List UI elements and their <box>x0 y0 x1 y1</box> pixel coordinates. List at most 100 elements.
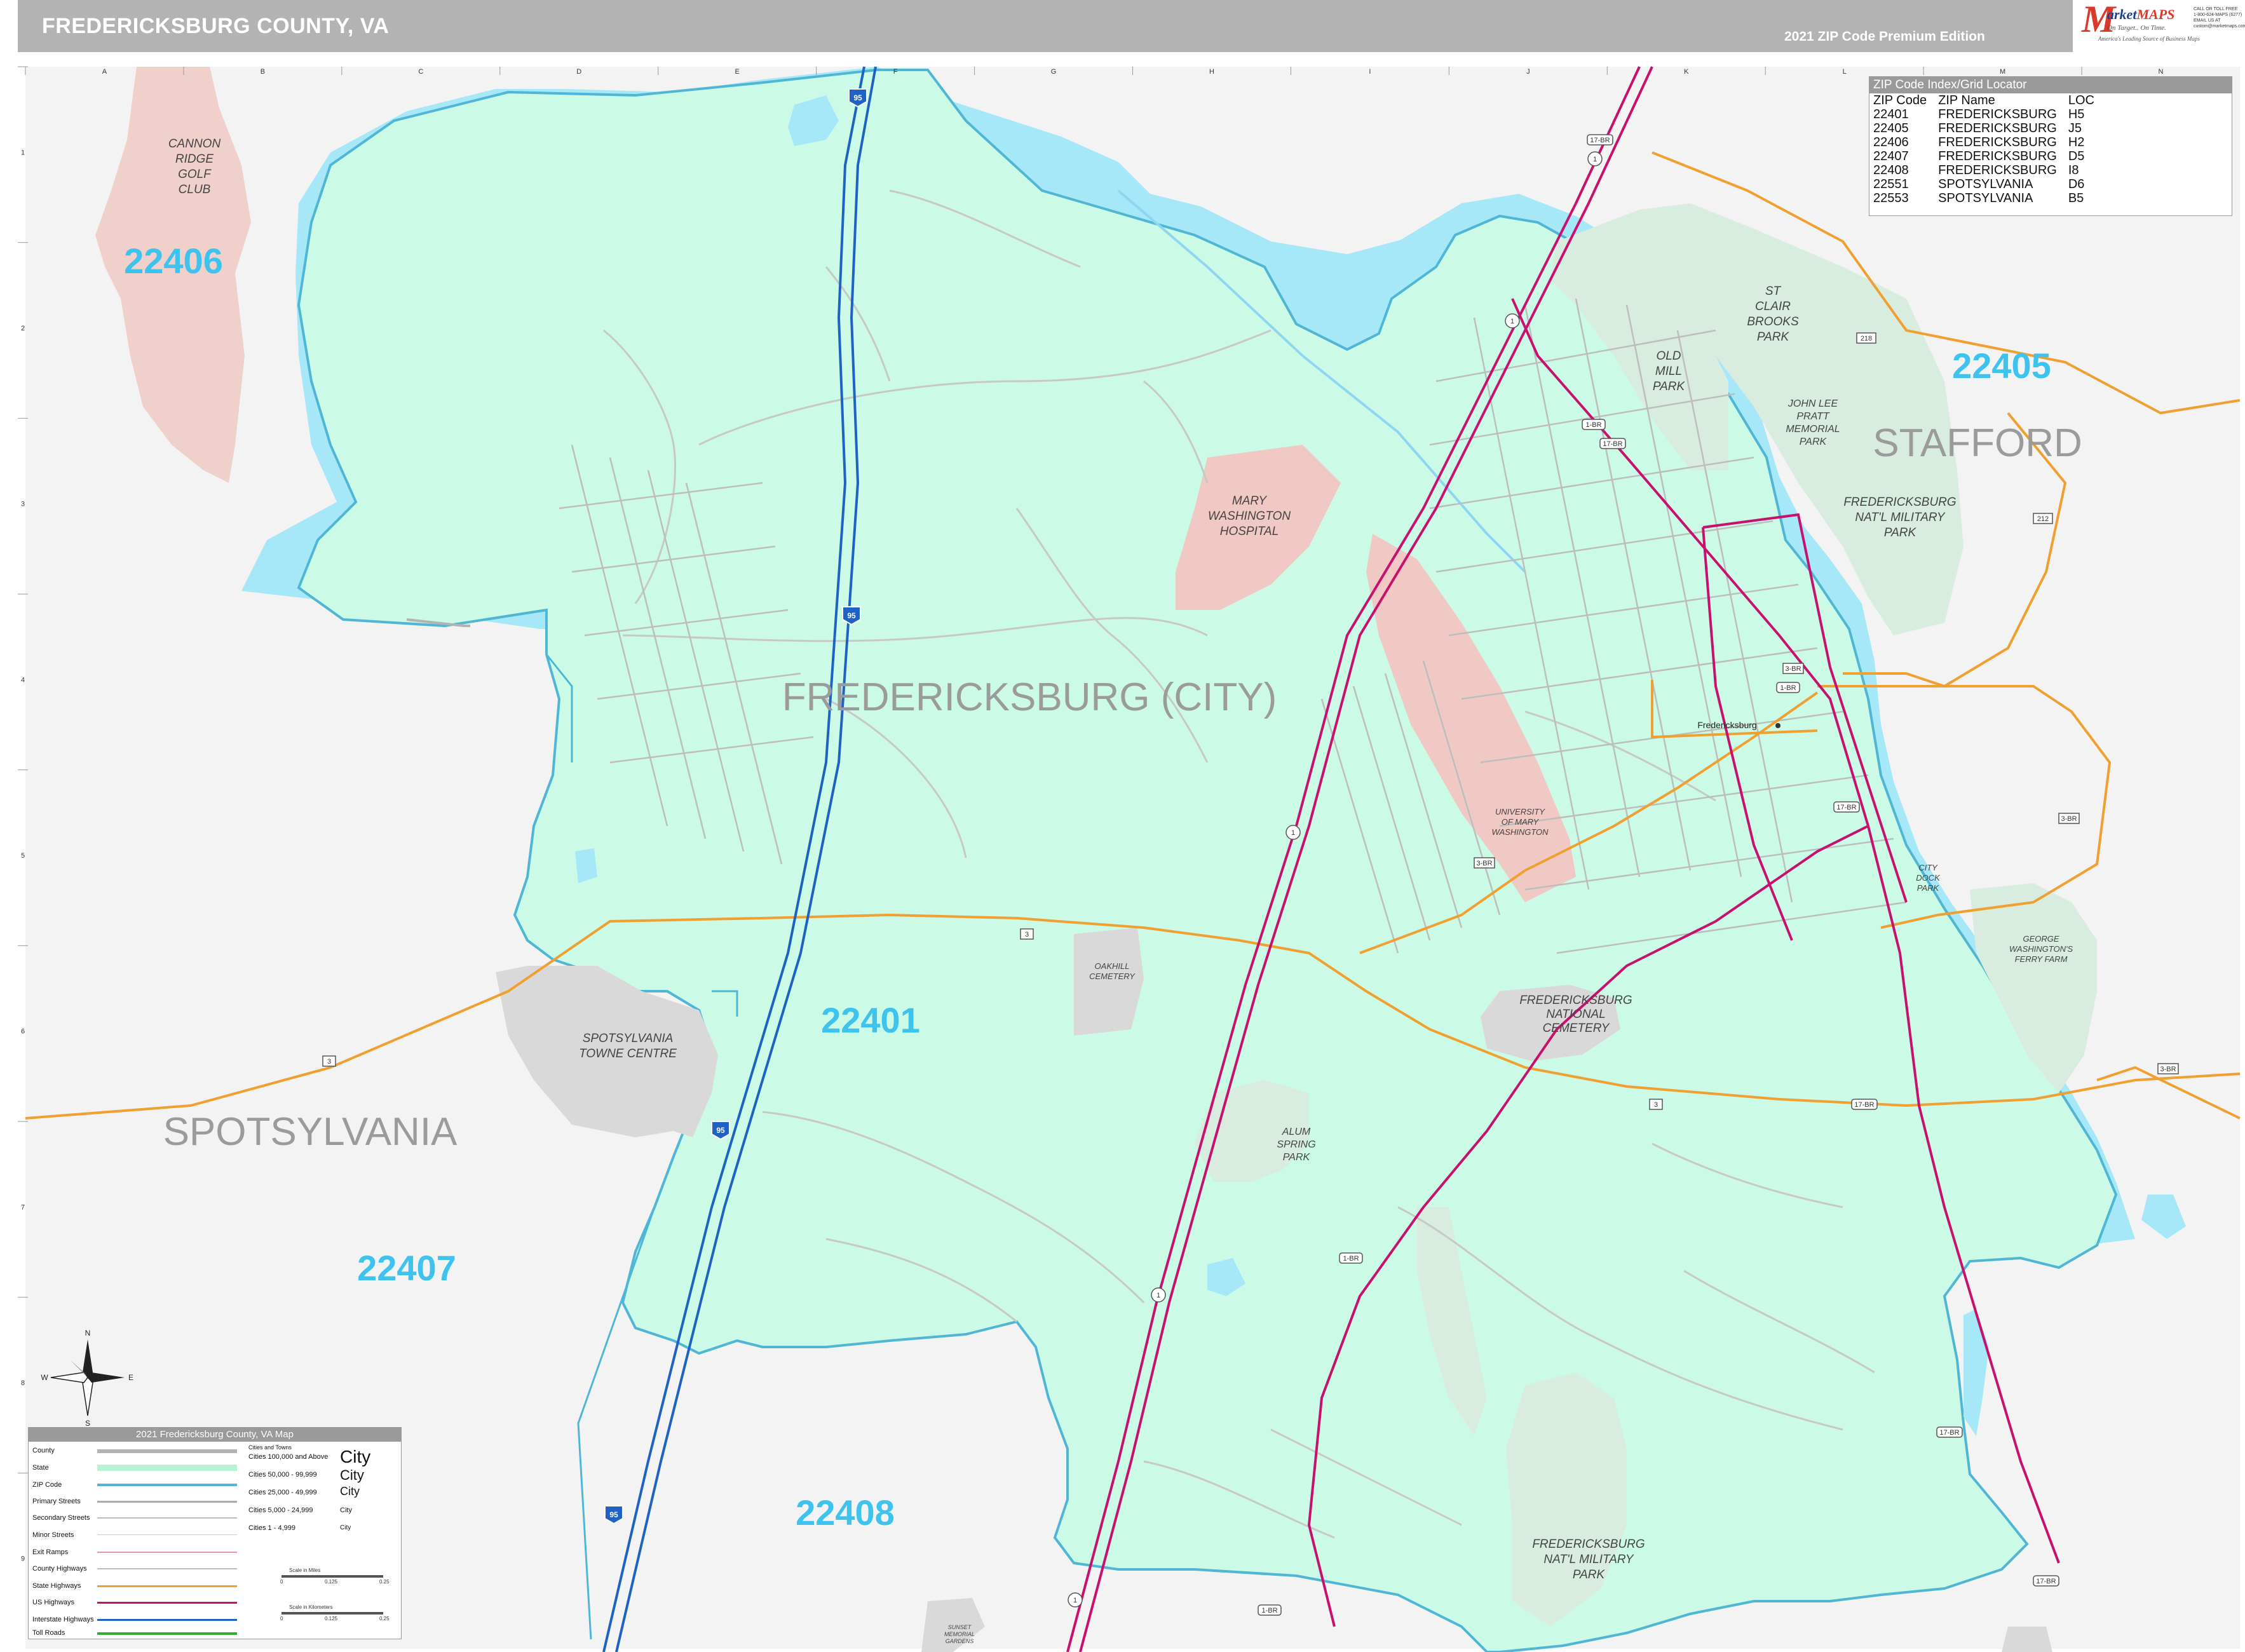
legend-city-sample-1: City <box>340 1447 371 1466</box>
cannon-ridge-line: CLUB <box>179 183 211 196</box>
city-dock-line: CITY <box>1918 863 1938 872</box>
city-dock-line: DOCK <box>1916 873 1941 883</box>
us17bus-shield-5: 17-BR <box>1936 1426 1963 1438</box>
grid-row-label: 8 <box>21 1379 25 1387</box>
table-row: 22405 FREDERICKSBURG J5 <box>1873 121 2106 135</box>
legend-city-sample-4: City <box>340 1506 352 1514</box>
downtown-label: Fredericksburg <box>1697 720 1756 730</box>
city-label: FREDERICKSBURG (CITY) <box>782 675 1277 719</box>
zip-index-title: ZIP Code Index/Grid Locator <box>1869 77 2232 93</box>
zip-loc-cell: D6 <box>2068 177 2085 191</box>
logo-tagline: On Target.. On Time. <box>2107 24 2166 32</box>
table-row: 22406 FREDERICKSBURG H2 <box>1873 135 2106 149</box>
john-lee-pratt-line: JOHN LEE <box>1787 398 1838 409</box>
legend-swatch-toll <box>97 1632 237 1635</box>
va3bus-shield-label: 3-BR <box>2061 815 2077 823</box>
legend-item-toll: Toll Roads <box>32 1629 65 1637</box>
us17bus-shield-label: 17-BR <box>1590 137 1610 144</box>
table-row: 22407 FREDERICKSBURG D5 <box>1873 149 2106 163</box>
grid-column-label: K <box>1684 68 1689 76</box>
zip-name-cell: FREDERICKSBURG <box>1938 121 2057 135</box>
towne-centre-line: SPOTSYLVANIA <box>583 1032 674 1045</box>
old-mill-line: OLD <box>1656 349 1681 363</box>
grid-column-label: F <box>893 68 898 76</box>
us1-shield-label: 1 <box>1593 156 1597 163</box>
zip-name-cell: SPOTSYLVANIA <box>1938 177 2033 191</box>
zip-code-cell: 22401 <box>1873 107 1909 121</box>
i95-shield-label: 95 <box>853 93 862 102</box>
va3-shield-label: 3 <box>327 1058 331 1066</box>
us1-shield-label: 1 <box>1291 829 1295 837</box>
zip-index-header: ZIP Code <box>1873 93 1927 107</box>
market-maps-logo: M arketMAPS On Target.. On Time. America… <box>2073 0 2245 52</box>
cannon-ridge-line: CANNON <box>168 137 221 151</box>
us1-shield-3: 1 <box>1285 825 1301 840</box>
i95-shield-label: 95 <box>847 611 856 620</box>
grid-column-label: A <box>102 68 107 76</box>
scale-km-bar <box>281 1612 383 1615</box>
sunset-gardens-line: MEMORIAL <box>944 1631 975 1637</box>
st-clair-line: BROOKS <box>1747 315 1799 328</box>
us1bus-shield-label: 1-BR <box>1343 1255 1359 1263</box>
map-canvas[interactable]: 95 95 95 95 1 1 1 1 1 17-BR 1-BR 17-BR 1… <box>0 0 2245 1652</box>
grid-column-label: C <box>418 68 423 76</box>
us1-shield-5: 1 <box>1068 1592 1083 1608</box>
alum-spring-line: SPRING <box>1277 1139 1315 1150</box>
oakhill-label: OAKHILL CEMETERY <box>1089 961 1136 981</box>
oakhill-line: OAKHILL <box>1095 961 1130 971</box>
john-lee-pratt-line: PARK <box>1800 437 1828 447</box>
us17bus-shield-label: 17-BR <box>2036 1578 2056 1585</box>
john-lee-pratt-line: MEMORIAL <box>1786 424 1840 435</box>
legend-city-sample-2: City <box>340 1467 364 1483</box>
sunset-gardens-line: GARDENS <box>946 1638 974 1644</box>
south-commercial-area <box>2002 1627 2052 1652</box>
zip-loc-cell: J5 <box>2068 121 2082 135</box>
logo-arket: arket <box>2107 6 2137 22</box>
us1bus-shield-label: 1-BR <box>1780 684 1796 692</box>
table-row: 22553 SPOTSYLVANIA B5 <box>1873 191 2106 205</box>
ferry-farm-line: GEORGE <box>2023 934 2059 944</box>
grid-row-label: 6 <box>21 1028 25 1036</box>
national-cemetery-line: CEMETERY <box>1543 1022 1610 1035</box>
zip-loc-cell: D5 <box>2068 149 2085 163</box>
ferry-farm-line: FERRY FARM <box>2015 954 2068 964</box>
sunset-gardens-line: SUNSET <box>948 1624 972 1630</box>
legend-swatch-us-hwy <box>97 1602 237 1604</box>
compass-w: W <box>41 1373 48 1382</box>
grid-column-label: N <box>2159 68 2164 76</box>
zip-index-header: ZIP Name <box>1938 93 1995 107</box>
zip-label-22401: 22401 <box>821 1000 920 1040</box>
legend-swatch-state-hwy <box>97 1585 237 1587</box>
grid-row-label: 7 <box>21 1203 25 1211</box>
va218-shield-label: 218 <box>1861 335 1872 342</box>
legend-swatch-ramps <box>97 1552 237 1553</box>
us1bus-shield-2: 1-BR <box>1776 682 1800 693</box>
hospital-line: HOSPITAL <box>1220 525 1279 538</box>
us1bus-shield-label: 1-BR <box>1261 1607 1277 1615</box>
va3-shield-label: 3 <box>1025 931 1029 938</box>
legend-item-minor: Minor Streets <box>32 1531 74 1539</box>
compass-s: S <box>85 1419 90 1428</box>
military-park-north-line: NAT'L MILITARY <box>1855 511 1946 524</box>
i95-shield-label: 95 <box>716 1126 725 1135</box>
grid-column-label: E <box>735 68 740 76</box>
military-park-south-line: FREDERICKSBURG <box>1532 1538 1645 1551</box>
legend-city-50k: Cities 50,000 - 99,999 <box>248 1471 317 1479</box>
national-cemetery-line: FREDERICKSBURG <box>1519 994 1632 1007</box>
map-legend: 2021 Fredericksburg County, VA Map Count… <box>28 1427 402 1639</box>
us1bus-shield-4: 1-BR <box>1258 1604 1282 1616</box>
oakhill-cemetery-area <box>1074 928 1144 1036</box>
legend-cities-heading: Cities and Towns <box>248 1444 292 1451</box>
scale-km-0: 0 <box>280 1616 283 1622</box>
zip-name-cell: FREDERICKSBURG <box>1938 163 2057 177</box>
scale-miles-mid: 0.125 <box>325 1579 338 1585</box>
va212-shield: 212 <box>2033 513 2053 524</box>
va3-shield: 3 <box>1020 928 1034 940</box>
va3bus-shield-label: 3-BR <box>1476 860 1492 867</box>
st-clair-line: CLAIR <box>1755 300 1791 313</box>
us1-shield-2: 1 <box>1505 313 1520 328</box>
logo-tagline-2: America's Leading Source of Business Map… <box>2098 36 2200 42</box>
grid-row-label: 5 <box>21 852 25 860</box>
legend-swatch-interstate <box>97 1619 237 1621</box>
us17bus-shield-label: 17-BR <box>1603 440 1622 448</box>
